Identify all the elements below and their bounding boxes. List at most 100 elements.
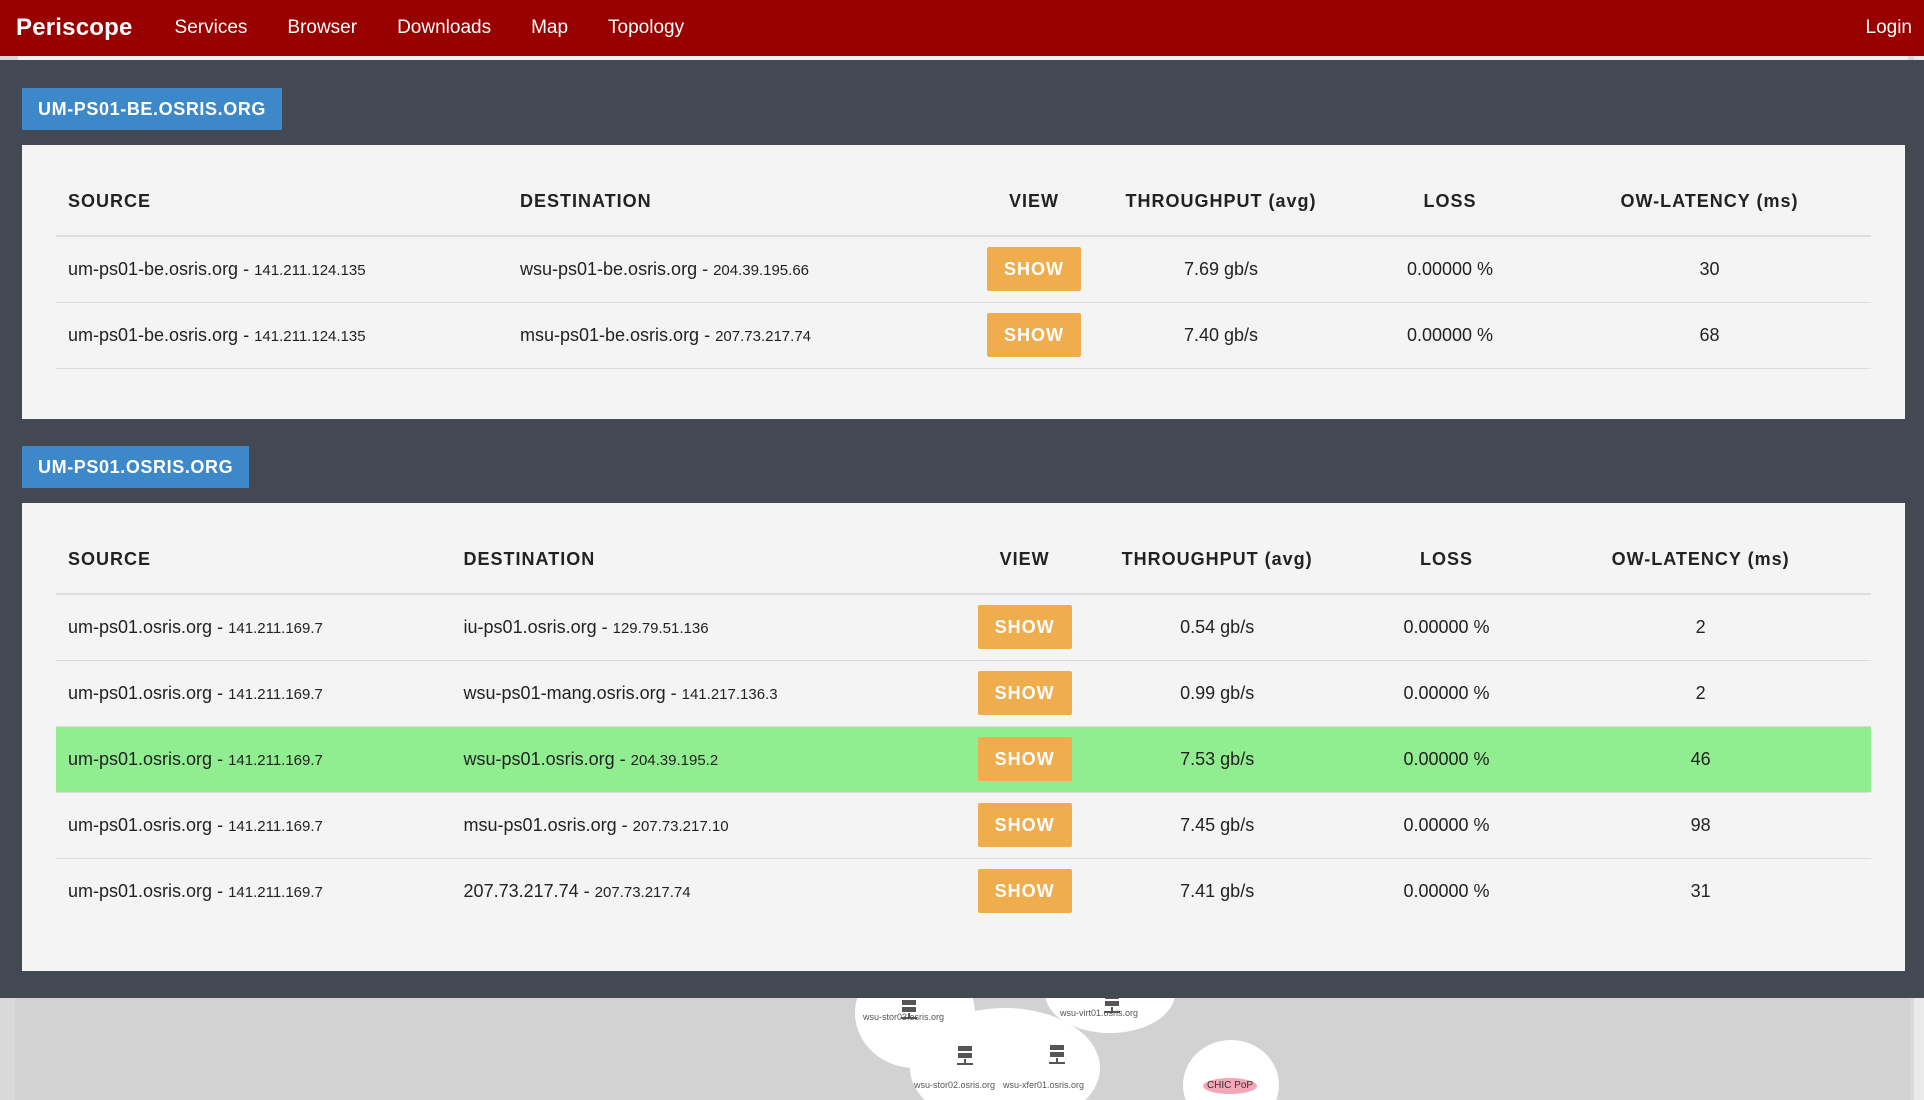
table-row: um-ps01-be.osris.org - 141.211.124.135 w… bbox=[56, 236, 1871, 303]
col-latency: OW-LATENCY (ms) bbox=[1530, 526, 1871, 595]
latency-value: 30 bbox=[1548, 236, 1871, 303]
loss-value: 0.00000 % bbox=[1362, 792, 1531, 859]
destination-host: wsu-ps01-mang.osris.org bbox=[463, 682, 666, 703]
loss-value: 0.00000 % bbox=[1352, 236, 1548, 303]
destination-host: wsu-ps01-be.osris.org bbox=[520, 258, 698, 279]
table-row-highlighted: um-ps01.osris.org - 141.211.169.7 wsu-ps… bbox=[56, 726, 1871, 793]
source-host: um-ps01.osris.org bbox=[68, 880, 213, 901]
source-cell: um-ps01-be.osris.org - 141.211.124.135 bbox=[56, 302, 520, 369]
source-cell: um-ps01.osris.org - 141.211.169.7 bbox=[56, 792, 464, 859]
latency-value: 68 bbox=[1548, 302, 1871, 369]
show-button[interactable]: SHOW bbox=[987, 313, 1081, 357]
destination-ip: 204.39.195.2 bbox=[630, 751, 719, 769]
source-ip: 141.211.169.7 bbox=[228, 619, 323, 637]
view-cell: SHOW bbox=[977, 792, 1072, 859]
source-ip: 141.211.169.7 bbox=[228, 883, 323, 901]
nav-downloads[interactable]: Downloads bbox=[377, 17, 511, 39]
throughput-value: 7.53 gb/s bbox=[1071, 726, 1363, 793]
view-cell: SHOW bbox=[978, 236, 1090, 303]
show-button[interactable]: SHOW bbox=[977, 737, 1072, 781]
source-host: um-ps01.osris.org bbox=[68, 748, 213, 769]
show-button[interactable]: SHOW bbox=[977, 671, 1072, 715]
latency-value: 31 bbox=[1690, 880, 1711, 901]
col-source: SOURCE bbox=[56, 168, 520, 237]
map-node-label: wsu-virt01.osris.org bbox=[1060, 1008, 1139, 1018]
source-ip: 141.211.169.7 bbox=[228, 817, 323, 835]
latency-value: 2 bbox=[1530, 594, 1871, 661]
nav-services[interactable]: Services bbox=[155, 17, 268, 39]
results-panel: SOURCE DESTINATION VIEW THROUGHPUT (avg)… bbox=[22, 503, 1905, 971]
pop-node-label: CHIC PoP bbox=[1206, 1080, 1254, 1091]
show-button[interactable]: SHOW bbox=[977, 869, 1072, 914]
server-icon bbox=[957, 1046, 973, 1065]
col-throughput: THROUGHPUT (avg) bbox=[1090, 168, 1352, 237]
loss-value: 0.00000 % bbox=[1403, 880, 1490, 901]
destination-cell: 207.73.217.74 - 207.73.217.74 bbox=[463, 880, 691, 901]
destination-host: wsu-ps01.osris.org bbox=[463, 748, 615, 769]
col-source: SOURCE bbox=[56, 526, 464, 595]
table-header-row: SOURCE DESTINATION VIEW THROUGHPUT (avg)… bbox=[56, 526, 1871, 595]
latency-value: 2 bbox=[1530, 660, 1871, 727]
source-host: um-ps01.osris.org bbox=[68, 814, 213, 835]
login-link[interactable]: Login bbox=[1866, 0, 1913, 56]
host-tag: UM-PS01.OSRIS.ORG bbox=[22, 446, 250, 488]
destination-ip: 204.39.195.66 bbox=[713, 261, 810, 279]
nav-map[interactable]: Map bbox=[511, 17, 588, 39]
show-button[interactable]: SHOW bbox=[987, 247, 1081, 292]
latency-value: 46 bbox=[1530, 726, 1871, 793]
col-destination: DESTINATION bbox=[520, 168, 978, 237]
source-ip: 141.211.169.7 bbox=[228, 751, 323, 769]
destination-ip: 207.73.217.74 bbox=[715, 327, 812, 345]
map-canvas[interactable]: wsu-stor03.osris.org wsu-virt01.osris.or… bbox=[15, 953, 1910, 1100]
throughput-value: 0.54 gb/s bbox=[1071, 594, 1363, 661]
col-view: VIEW bbox=[977, 526, 1072, 595]
results-panel: SOURCE DESTINATION VIEW THROUGHPUT (avg)… bbox=[22, 145, 1905, 419]
source-cell: um-ps01.osris.org - 141.211.169.7 bbox=[68, 880, 323, 901]
col-loss: LOSS bbox=[1352, 168, 1548, 237]
destination-ip: 129.79.51.136 bbox=[612, 619, 709, 637]
source-cell: um-ps01.osris.org - 141.211.169.7 bbox=[56, 726, 464, 793]
view-cell: SHOW bbox=[977, 660, 1072, 727]
destination-ip: 141.217.136.3 bbox=[681, 685, 778, 703]
throughput-value: 0.99 gb/s bbox=[1071, 660, 1363, 727]
throughput-value: 7.40 gb/s bbox=[1090, 302, 1352, 369]
throughput-value: 7.41 gb/s bbox=[1180, 880, 1255, 901]
table-row: um-ps01.osris.org - 141.211.169.7 207.73… bbox=[56, 858, 1871, 924]
nav-topology[interactable]: Topology bbox=[588, 17, 704, 39]
table-row: um-ps01.osris.org - 141.211.169.7 msu-ps… bbox=[56, 792, 1871, 859]
source-host: um-ps01-be.osris.org bbox=[68, 324, 239, 345]
loss-value: 0.00000 % bbox=[1352, 302, 1548, 369]
destination-cell: wsu-ps01-mang.osris.org - 141.217.136.3 bbox=[463, 660, 978, 727]
source-ip: 141.211.124.135 bbox=[254, 327, 366, 345]
destination-cell: msu-ps01.osris.org - 207.73.217.10 bbox=[463, 792, 978, 859]
map-node-label: wsu-xfer01.osris.org bbox=[1003, 1080, 1085, 1090]
show-button[interactable]: SHOW bbox=[977, 605, 1072, 650]
destination-cell: wsu-ps01-be.osris.org - 204.39.195.66 bbox=[520, 236, 978, 303]
nav-browser[interactable]: Browser bbox=[267, 17, 377, 39]
source-cell: um-ps01.osris.org - 141.211.169.7 bbox=[56, 660, 464, 727]
brand-logo[interactable]: Periscope bbox=[16, 14, 133, 42]
overlay-top-border bbox=[18, 56, 1908, 60]
results-table: SOURCE DESTINATION VIEW THROUGHPUT (avg)… bbox=[56, 168, 1871, 369]
col-throughput: THROUGHPUT (avg) bbox=[1071, 526, 1363, 595]
table-header-row: SOURCE DESTINATION VIEW THROUGHPUT (avg)… bbox=[56, 168, 1871, 237]
pop-node-badge[interactable]: CHIC PoP bbox=[1203, 1078, 1257, 1094]
destination-ip: 207.73.217.10 bbox=[632, 817, 729, 835]
map-node-label: wsu-stor03.osris.org bbox=[863, 1012, 945, 1022]
source-host: um-ps01.osris.org bbox=[68, 616, 213, 637]
source-host: um-ps01-be.osris.org bbox=[68, 258, 239, 279]
loss-value: 0.00000 % bbox=[1362, 660, 1531, 727]
view-cell: SHOW bbox=[977, 726, 1072, 793]
host-tag: UM-PS01-BE.OSRIS.ORG bbox=[22, 88, 283, 130]
col-destination: DESTINATION bbox=[463, 526, 978, 595]
destination-cell: wsu-ps01.osris.org - 204.39.195.2 bbox=[463, 726, 978, 793]
destination-host: 207.73.217.74 bbox=[463, 880, 579, 901]
results-table: SOURCE DESTINATION VIEW THROUGHPUT (avg)… bbox=[56, 526, 1871, 924]
col-view: VIEW bbox=[978, 168, 1090, 237]
throughput-value: 7.45 gb/s bbox=[1071, 792, 1363, 859]
source-host: um-ps01.osris.org bbox=[68, 682, 213, 703]
table-row: um-ps01-be.osris.org - 141.211.124.135 m… bbox=[56, 302, 1871, 369]
show-button[interactable]: SHOW bbox=[977, 803, 1072, 847]
destination-host: msu-ps01.osris.org bbox=[463, 814, 617, 835]
destination-cell: iu-ps01.osris.org - 129.79.51.136 bbox=[463, 594, 978, 661]
